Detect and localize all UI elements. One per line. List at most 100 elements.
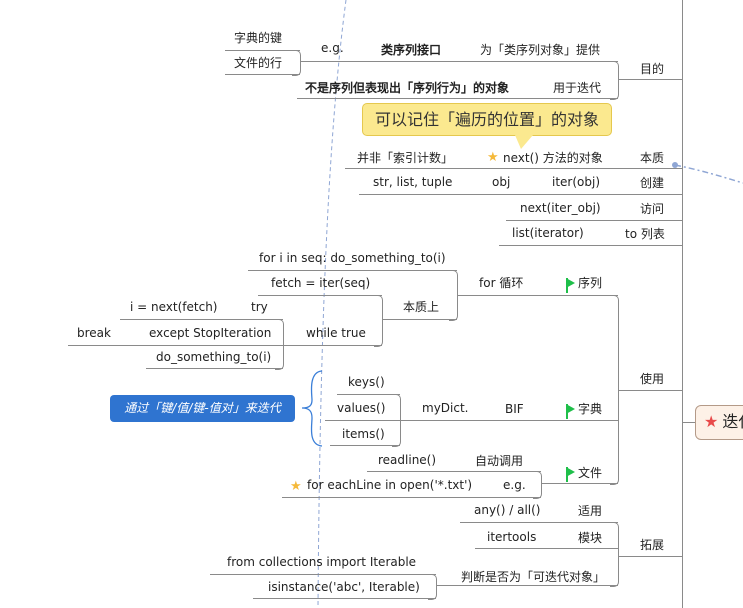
node-not-sequence[interactable]: 不是序列但表现出「序列行为」的对象 <box>305 80 509 96</box>
node-keys[interactable]: keys() <box>348 374 385 390</box>
connector-line <box>282 497 541 498</box>
bracket-connector <box>449 270 458 321</box>
connector-line <box>499 245 682 246</box>
connector-line <box>618 390 682 391</box>
node-essence[interactable]: 本质 <box>640 150 664 166</box>
star-icon: ★ <box>290 479 302 494</box>
node-any-all[interactable]: any() / all() <box>474 502 540 518</box>
node-iter-obj[interactable]: iter(obj) <box>552 174 600 190</box>
callout-bubble[interactable]: 可以记住「遍历的位置」的对象 <box>362 103 612 136</box>
connector-line <box>359 194 682 195</box>
node-fetch[interactable]: fetch = iter(seq) <box>271 275 370 291</box>
connector-line <box>120 319 283 320</box>
central-topic[interactable]: ★迭代 <box>695 405 743 440</box>
node-next-method[interactable]: next() 方法的对象 <box>503 150 603 166</box>
node-file-lines[interactable]: 文件的行 <box>234 55 282 71</box>
connector-line <box>618 556 682 557</box>
node-while-true[interactable]: while true <box>306 325 366 341</box>
dict-note-label[interactable]: 通过「键/值/键-值对」来迭代 <box>110 395 295 422</box>
connector-line <box>436 585 618 586</box>
node-for-iteration[interactable]: 用于迭代 <box>553 80 601 96</box>
node-extend[interactable]: 拓展 <box>640 537 664 553</box>
green-flag-icon <box>566 404 575 419</box>
node-check-iterable[interactable]: 判断是否为「可迭代对象」 <box>461 569 605 585</box>
connector-line <box>382 319 457 320</box>
node-do-something[interactable]: do_something_to(i) <box>156 349 271 365</box>
connector-line <box>210 574 436 575</box>
node-for-stmt[interactable]: for i in seq: do_something_to(i) <box>259 250 446 266</box>
node-eg[interactable]: e.g. <box>321 40 344 56</box>
node-values[interactable]: values() <box>337 400 385 416</box>
node-str-list-tuple[interactable]: str, list, tuple <box>373 174 452 190</box>
node-apply[interactable]: 适用 <box>578 503 602 519</box>
bracket-connector <box>275 319 284 370</box>
connector-line <box>146 368 283 369</box>
connector-line <box>345 168 682 169</box>
connector-line <box>258 295 382 296</box>
node-list-iterator[interactable]: list(iterator) <box>512 225 584 241</box>
connector-line <box>225 50 300 51</box>
connector-line <box>367 471 541 472</box>
node-next-fetch[interactable]: i = next(fetch) <box>130 299 217 315</box>
connector-line <box>475 548 618 549</box>
connector-line <box>300 61 618 62</box>
bracket-connector <box>374 295 383 347</box>
callout-tail <box>515 135 533 149</box>
connector-line <box>68 345 382 346</box>
bracket-connector <box>428 574 437 600</box>
star-icon: ★ <box>487 150 499 165</box>
connector-line <box>225 74 300 75</box>
bracket-connector <box>533 471 542 499</box>
connector-line <box>618 79 682 80</box>
node-isinstance[interactable]: isinstance('abc', Iterable) <box>268 579 420 595</box>
node-file-eg[interactable]: e.g. <box>503 477 526 493</box>
bracket-connector <box>610 295 619 485</box>
node-sequence-like-interface[interactable]: 类序列接口 <box>381 42 441 58</box>
node-for-loop[interactable]: for 循环 <box>479 275 523 291</box>
node-auto-call[interactable]: 自动调用 <box>475 453 523 469</box>
node-next-iter-obj[interactable]: next(iter_obj) <box>520 200 601 216</box>
node-try[interactable]: try <box>251 299 268 315</box>
connector-line <box>337 394 400 395</box>
green-flag-icon <box>566 467 575 482</box>
node-use[interactable]: 使用 <box>640 371 664 387</box>
connector-line <box>460 522 618 523</box>
node-items[interactable]: items() <box>342 426 385 442</box>
node-except[interactable]: except StopIteration <box>149 325 271 341</box>
node-mydict[interactable]: myDict. <box>422 400 468 416</box>
connector-line <box>682 422 695 423</box>
node-access[interactable]: 访问 <box>640 201 664 217</box>
node-provide-for[interactable]: 为「类序列对象」提供 <box>480 42 600 58</box>
node-in-essence[interactable]: 本质上 <box>403 299 439 315</box>
connector-line <box>330 445 400 446</box>
bracket-connector <box>610 61 619 100</box>
node-break[interactable]: break <box>77 325 111 341</box>
node-import-iterable[interactable]: from collections import Iterable <box>227 554 416 570</box>
red-star-icon: ★ <box>704 412 719 431</box>
green-flag-icon <box>566 278 575 293</box>
node-to-list[interactable]: to 列表 <box>625 226 665 242</box>
node-create[interactable]: 创建 <box>640 175 664 191</box>
connector-line <box>325 420 618 421</box>
node-dict-keys[interactable]: 字典的键 <box>234 30 282 46</box>
node-module[interactable]: 模块 <box>578 530 602 546</box>
node-file[interactable]: 文件 <box>578 465 602 481</box>
node-bif[interactable]: BIF <box>505 401 524 417</box>
bracket-connector <box>292 50 301 76</box>
central-topic-label: 迭代 <box>722 412 743 431</box>
connector-line <box>506 220 682 221</box>
connector-line <box>541 483 618 484</box>
connector-line <box>457 295 618 296</box>
node-purpose[interactable]: 目的 <box>640 61 664 77</box>
node-dict[interactable]: 字典 <box>578 401 602 417</box>
node-readline[interactable]: readline() <box>378 452 436 468</box>
node-not-index[interactable]: 并非「索引计数」 <box>357 150 453 166</box>
bracket-connector <box>392 394 401 447</box>
connector-line <box>297 98 618 99</box>
node-sequence[interactable]: 序列 <box>578 275 602 291</box>
relationship-dashdot-line <box>674 164 743 184</box>
connector-line <box>253 598 436 599</box>
node-foreachline[interactable]: for eachLine in open('*.txt') <box>307 477 472 493</box>
node-obj[interactable]: obj <box>492 174 510 190</box>
node-itertools[interactable]: itertools <box>487 529 536 545</box>
